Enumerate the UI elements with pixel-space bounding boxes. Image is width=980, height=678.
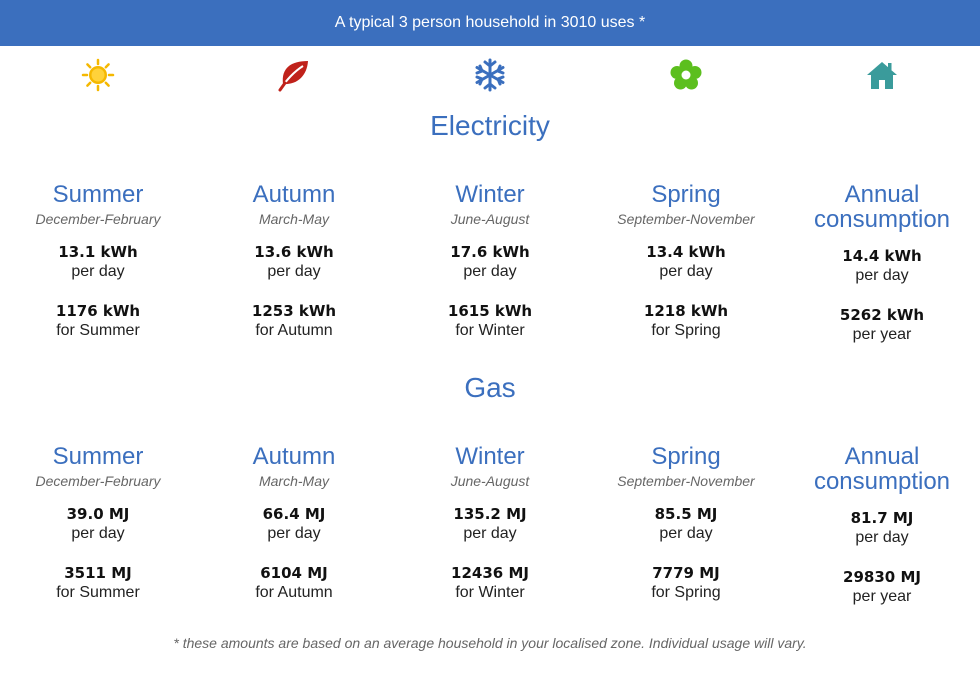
total-unit: for Spring	[651, 584, 721, 601]
season-label: Summer	[52, 181, 144, 208]
electricity-summer-column: Summer December-February 13.1 kWh per da…	[0, 182, 196, 346]
total-unit: for Spring	[651, 322, 721, 339]
total-value: 7779 MJ	[652, 564, 720, 582]
sun-icon	[0, 55, 196, 95]
flower-icon	[588, 55, 784, 95]
daily-unit: per day	[267, 263, 321, 280]
total-unit: for Autumn	[255, 584, 333, 601]
daily-value: 13.1 kWh	[58, 243, 138, 261]
gas-annual-column: Annual consumption 81.7 MJ per day 29830…	[784, 444, 980, 608]
footnote: * these amounts are based on an average …	[173, 635, 807, 651]
months-label: December-February	[35, 473, 161, 489]
daily-unit: per day	[463, 263, 517, 280]
daily-unit: per day	[855, 267, 909, 284]
total-value: 1218 kWh	[643, 302, 729, 320]
daily-value: 17.6 kWh	[450, 243, 530, 261]
months-label: March-May	[258, 211, 329, 227]
leaf-icon	[196, 55, 392, 95]
daily-value: 135.2 MJ	[453, 505, 527, 523]
season-label: Autumn	[252, 443, 336, 470]
daily-value: 39.0 MJ	[66, 505, 130, 523]
total-value: 1615 kWh	[447, 302, 533, 320]
total-unit: for Summer	[56, 584, 140, 601]
annual-label-line1: Annual	[844, 443, 920, 470]
daily-unit: per day	[855, 529, 909, 546]
annual-label-line1: Annual	[844, 181, 920, 208]
season-label: Spring	[651, 181, 721, 208]
annual-label-line2: consumption	[813, 468, 951, 495]
daily-value: 14.4 kWh	[842, 247, 922, 265]
months-label: September-November	[617, 473, 755, 489]
total-value: 6104 MJ	[260, 564, 328, 582]
total-value: 5262 kWh	[839, 306, 925, 324]
total-value: 12436 MJ	[451, 564, 529, 582]
electricity-spring-column: Spring September-November 13.4 kWh per d…	[588, 182, 784, 346]
gas-summer-column: Summer December-February 39.0 MJ per day…	[0, 444, 196, 608]
total-unit: per year	[852, 588, 912, 605]
electricity-winter-column: Winter June-August 17.6 kWh per day 1615…	[392, 182, 588, 346]
daily-unit: per day	[463, 525, 517, 542]
season-label: Autumn	[252, 181, 336, 208]
electricity-autumn-column: Autumn March-May 13.6 kWh per day 1253 k…	[196, 182, 392, 346]
electricity-row: Summer December-February 13.1 kWh per da…	[0, 182, 980, 346]
electricity-annual-column: Annual consumption 14.4 kWh per day 5262…	[784, 182, 980, 346]
months-label: June-August	[450, 211, 530, 227]
daily-unit: per day	[71, 525, 125, 542]
daily-unit: per day	[267, 525, 321, 542]
gas-spring-column: Spring September-November 85.5 MJ per da…	[588, 444, 784, 608]
total-unit: for Autumn	[255, 322, 333, 339]
daily-value: 13.4 kWh	[646, 243, 726, 261]
gas-row: Summer December-February 39.0 MJ per day…	[0, 444, 980, 608]
months-label: December-February	[35, 211, 161, 227]
banner-text: A typical 3 person household in 3010 use…	[334, 14, 646, 31]
season-label: Spring	[651, 443, 721, 470]
daily-value: 66.4 MJ	[262, 505, 326, 523]
daily-unit: per day	[659, 263, 713, 280]
months-label: September-November	[617, 211, 755, 227]
daily-unit: per day	[659, 525, 713, 542]
total-unit: for Winter	[455, 322, 525, 339]
total-unit: per year	[852, 326, 912, 343]
total-value: 1253 kWh	[251, 302, 337, 320]
daily-unit: per day	[71, 263, 125, 280]
total-value: 1176 kWh	[55, 302, 141, 320]
total-value: 29830 MJ	[843, 568, 921, 586]
annual-label-line2: consumption	[813, 206, 951, 233]
house-icon	[784, 55, 980, 95]
total-unit: for Winter	[455, 584, 525, 601]
daily-value: 81.7 MJ	[850, 509, 914, 527]
season-label: Winter	[455, 181, 525, 208]
electricity-title: Electricity	[430, 110, 550, 141]
snowflake-icon	[392, 55, 588, 95]
months-label: March-May	[258, 473, 329, 489]
gas-title: Gas	[464, 372, 516, 403]
season-label: Winter	[455, 443, 525, 470]
season-label: Summer	[52, 443, 144, 470]
total-unit: for Summer	[56, 322, 140, 339]
daily-value: 13.6 kWh	[254, 243, 334, 261]
gas-autumn-column: Autumn March-May 66.4 MJ per day 6104 MJ…	[196, 444, 392, 608]
months-label: June-August	[450, 473, 530, 489]
gas-winter-column: Winter June-August 135.2 MJ per day 1243…	[392, 444, 588, 608]
total-value: 3511 MJ	[64, 564, 132, 582]
daily-value: 85.5 MJ	[654, 505, 718, 523]
season-icons-row	[0, 55, 980, 95]
header-banner: A typical 3 person household in 3010 use…	[0, 0, 980, 46]
